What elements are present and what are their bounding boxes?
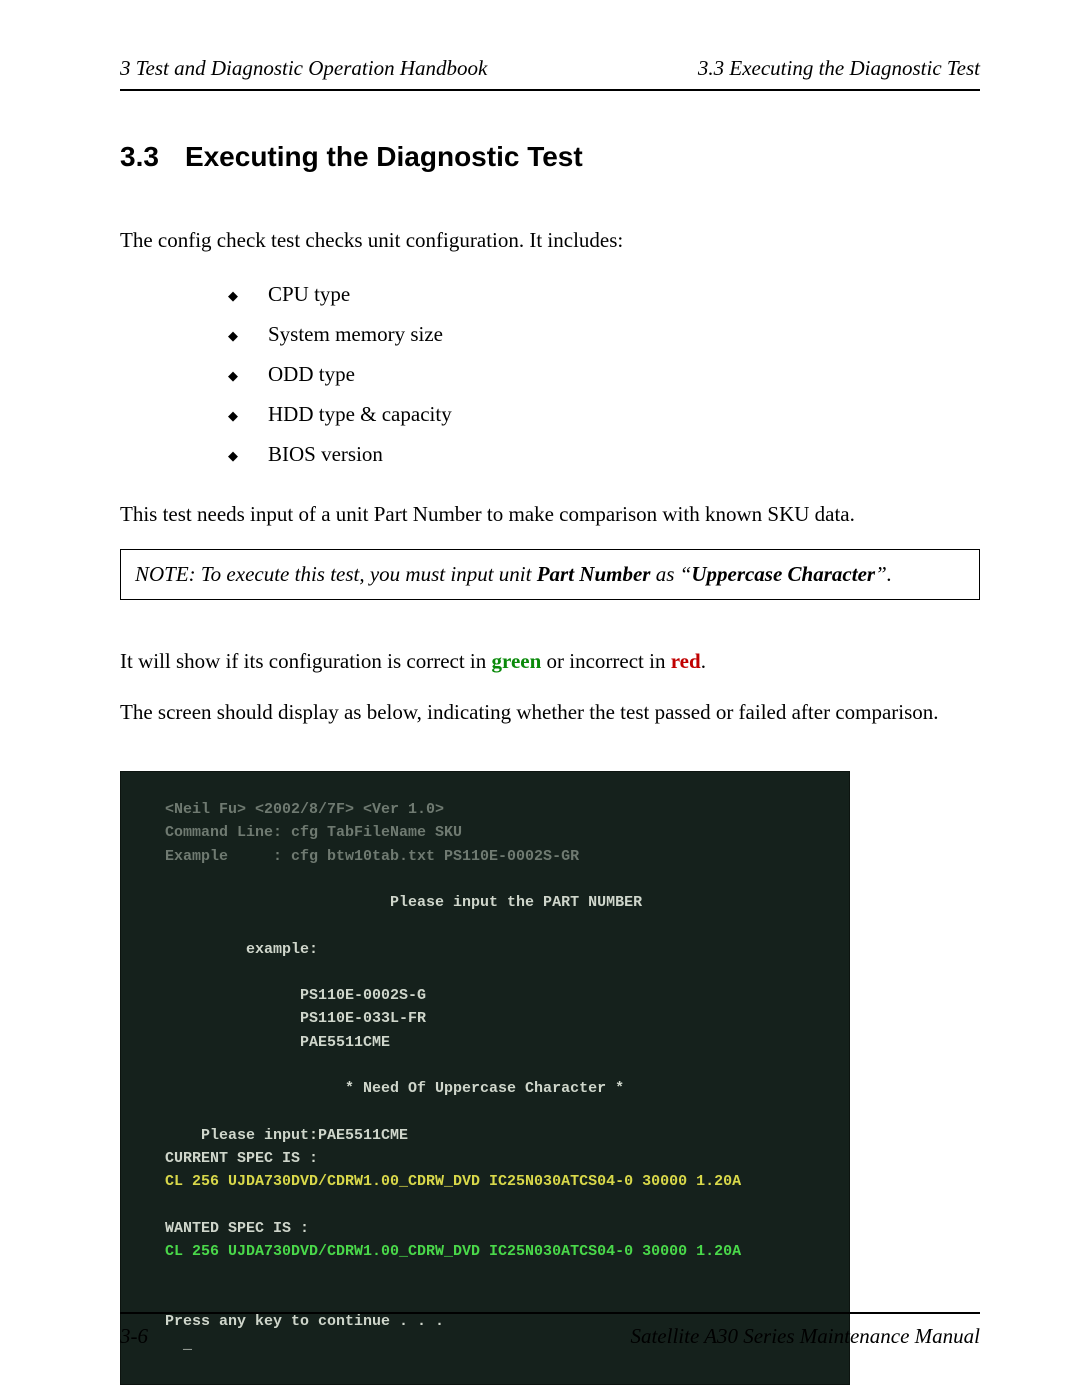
terminal-line: CURRENT SPEC IS : [165,1150,318,1167]
footer-manual-title: Satellite A30 Series Maintenance Manual [630,1324,980,1349]
intro-paragraph: The config check test checks unit config… [120,225,980,255]
text-green: green [492,649,542,673]
screen-paragraph: The screen should display as below, indi… [120,697,980,727]
note-text: as “ [650,562,691,586]
terminal-line-wanted-spec: CL 256 UJDA730DVD/CDRW1.00_CDRW_DVD IC25… [165,1243,741,1260]
section-number: 3.3 [120,141,159,172]
note-text: NOTE: To execute this test, you must inp… [135,562,537,586]
terminal-line: Please input:PAE5511CME [165,1127,408,1144]
sku-paragraph: This test needs input of a unit Part Num… [120,499,980,529]
terminal-line: PS110E-033L-FR [165,1010,426,1027]
note-text: ”. [875,562,892,586]
footer-page-number: 3-6 [120,1324,148,1349]
text-red: red [671,649,701,673]
text: . [701,649,706,673]
list-item: BIOS version [228,435,980,475]
section-title-text: Executing the Diagnostic Test [185,141,583,172]
terminal-line: <Neil Fu> <2002/8/7F> <Ver 1.0> [165,801,444,818]
list-item: CPU type [228,275,980,315]
page: 3 Test and Diagnostic Operation Handbook… [0,0,1080,1397]
terminal-line: Example : cfg btw10tab.txt PS110E-0002S-… [165,848,579,865]
list-item: System memory size [228,315,980,355]
text: or incorrect in [541,649,670,673]
check-list: CPU type System memory size ODD type HDD… [228,275,980,474]
terminal-line: Command Line: cfg TabFileName SKU [165,824,462,841]
list-item: HDD type & capacity [228,395,980,435]
page-header: 3 Test and Diagnostic Operation Handbook… [120,56,980,91]
list-item: ODD type [228,355,980,395]
terminal-line-current-spec: CL 256 UJDA730DVD/CDRW1.00_CDRW_DVD IC25… [165,1173,741,1190]
header-right: 3.3 Executing the Diagnostic Test [698,56,980,81]
terminal-line: * Need Of Uppercase Character * [165,1080,624,1097]
terminal-line: example: [165,941,318,958]
terminal-screenshot: <Neil Fu> <2002/8/7F> <Ver 1.0> Command … [120,771,850,1385]
note-bold-uppercase: Uppercase Character [691,562,875,586]
terminal-line: Please input the PART NUMBER [165,894,642,911]
terminal-line: PS110E-0002S-G [165,987,426,1004]
header-left: 3 Test and Diagnostic Operation Handbook [120,56,487,81]
page-footer: 3-6 Satellite A30 Series Maintenance Man… [120,1312,980,1349]
colors-paragraph: It will show if its configuration is cor… [120,646,980,676]
note-bold-partnumber: Part Number [537,562,651,586]
text: It will show if its configuration is cor… [120,649,492,673]
terminal-line: WANTED SPEC IS : [165,1220,309,1237]
note-box: NOTE: To execute this test, you must inp… [120,549,980,600]
terminal-line: PAE5511CME [165,1034,390,1051]
section-heading: 3.3 Executing the Diagnostic Test [120,141,980,173]
